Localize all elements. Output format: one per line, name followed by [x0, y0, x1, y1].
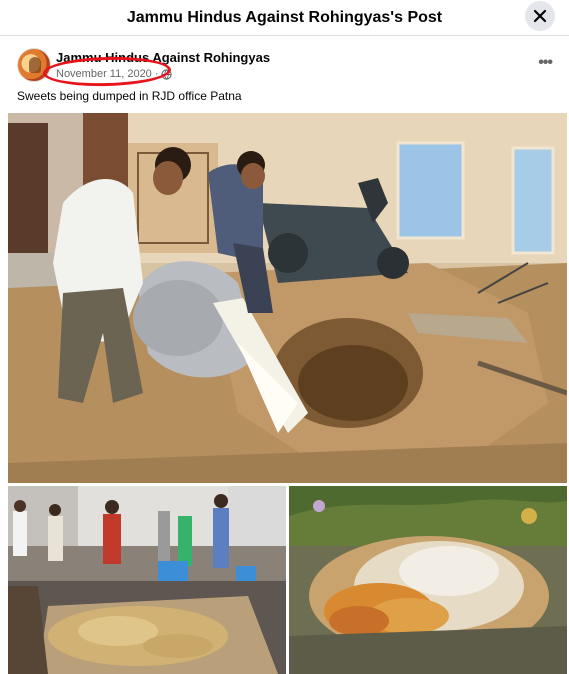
photo-grid [8, 113, 567, 674]
close-button[interactable] [525, 1, 555, 31]
photo-bottom-right[interactable] [289, 486, 567, 674]
close-icon [533, 9, 547, 23]
photo-main[interactable] [8, 113, 567, 483]
modal-title: Jammu Hindus Against Rohingyas's Post [126, 8, 443, 26]
more-icon: ••• [538, 54, 553, 71]
post-header: Jammu Hindus Against Rohingyas November … [0, 44, 569, 88]
post-caption: Sweets being dumped in RJD office Patna [17, 89, 242, 103]
photo-bottom-left[interactable] [8, 486, 286, 674]
more-options-button[interactable]: ••• [538, 54, 553, 72]
modal-header: Jammu Hindus Against Rohingyas's Post [0, 0, 569, 36]
